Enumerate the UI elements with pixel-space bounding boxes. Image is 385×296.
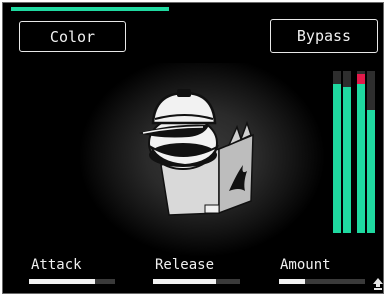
amount-slider-fill <box>279 279 305 284</box>
level-meter-4 <box>367 71 375 233</box>
level-meter-1 <box>333 71 341 233</box>
arrow-up-icon[interactable] <box>373 278 383 290</box>
top-progress-bar <box>11 7 169 11</box>
release-slider[interactable] <box>153 279 240 284</box>
release-slider-fill <box>153 279 216 284</box>
level-meter-4-fill <box>367 110 375 233</box>
bypass-button-label: Bypass <box>296 27 352 45</box>
level-meter-3-fill <box>357 82 365 233</box>
attack-slider[interactable] <box>29 279 115 284</box>
cap-and-box-illustration <box>139 89 254 216</box>
amount-slider[interactable] <box>279 279 365 284</box>
plugin-window: Color Bypass Attack Release Amount <box>2 2 384 294</box>
attack-slider-fill <box>29 279 96 284</box>
level-meter-3 <box>357 71 365 233</box>
release-label: Release <box>155 257 215 273</box>
level-meter-2-fill <box>343 87 351 233</box>
character-display <box>79 63 325 257</box>
color-button-label: Color <box>49 27 96 46</box>
level-meter-1-fill <box>333 84 341 233</box>
peak-indicator <box>357 74 365 84</box>
attack-label: Attack <box>31 257 82 273</box>
color-button[interactable]: Color <box>19 21 126 52</box>
bypass-button[interactable]: Bypass <box>270 19 378 53</box>
level-meter-2 <box>343 71 351 233</box>
amount-label: Amount <box>280 257 331 273</box>
